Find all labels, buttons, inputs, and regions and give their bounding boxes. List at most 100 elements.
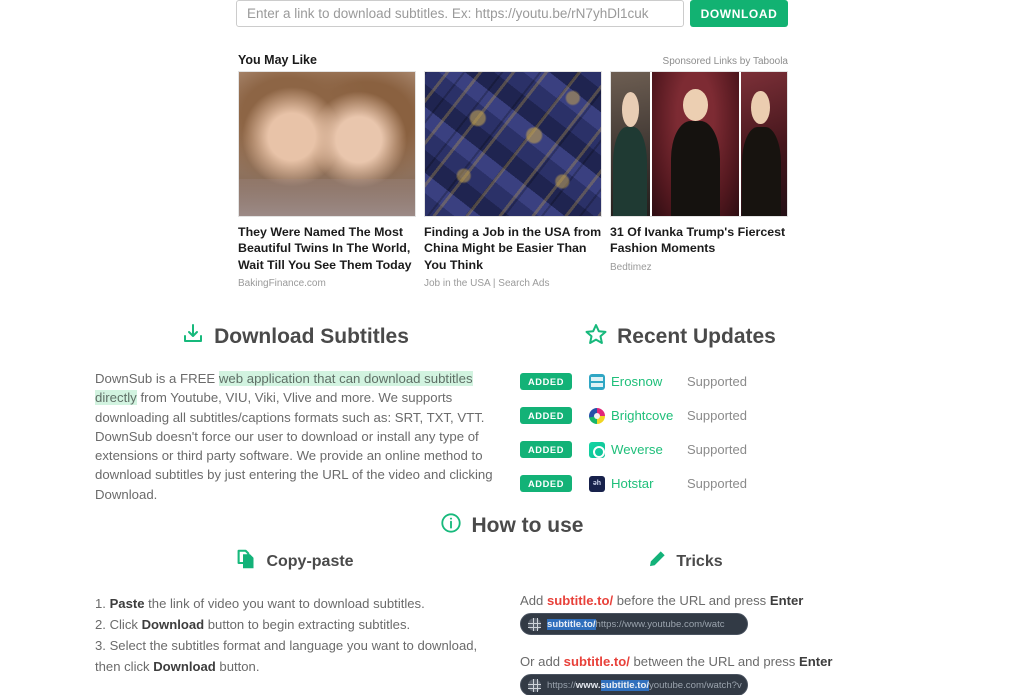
- copy-paste-section: Copy-paste 1. Paste the link of video yo…: [95, 549, 495, 678]
- copy-paste-step: 3. Select the subtitles format and langu…: [95, 636, 495, 678]
- recent-updates-title: Recent Updates: [617, 324, 776, 348]
- trick-prefix-token: subtitle.to/: [546, 593, 614, 608]
- trick-mid: before the URL and press: [613, 593, 770, 608]
- twins-photo[interactable]: [238, 71, 416, 217]
- trick-key: Enter: [769, 593, 804, 608]
- copy-paste-step: 2. Click Download button to begin extrac…: [95, 615, 495, 636]
- info-icon: [440, 512, 462, 539]
- weverse-logo: [589, 441, 605, 458]
- recent-update-row: ADDED Erosnow Supported: [520, 371, 840, 392]
- card-title[interactable]: Finding a Job in the USA from China Migh…: [424, 224, 602, 273]
- search-bar: DOWNLOAD: [236, 0, 788, 27]
- trick-prefix-token: subtitle.to/: [563, 654, 630, 669]
- tricks-header: Tricks: [520, 549, 850, 574]
- hotstar-logo: əh: [589, 475, 605, 492]
- globe-icon: [528, 617, 541, 631]
- platform-status: Supported: [687, 408, 747, 423]
- url-text-1: subtitle.to/https://www.youtube.com/watc: [547, 618, 725, 630]
- card-title[interactable]: They Were Named The Most Beautiful Twins…: [238, 224, 416, 273]
- trick-line-1: Add subtitle.to/ before the URL and pres…: [520, 593, 850, 608]
- step-keyword: Paste: [109, 596, 145, 611]
- sponsored-card[interactable]: 31 Of Ivanka Trump's Fiercest Fashion Mo…: [610, 71, 788, 289]
- download-subtitles-title: Download Subtitles: [214, 324, 409, 348]
- platform-status: Supported: [687, 374, 747, 389]
- recent-update-row: ADDED əh Hotstar Supported: [520, 473, 840, 494]
- pencil-icon: [647, 549, 667, 574]
- download-subtitles-header: Download Subtitles: [95, 322, 495, 351]
- sponsored-header: You May Like Sponsored Links by Taboola: [238, 53, 788, 67]
- trick-pre: Add: [520, 593, 547, 608]
- card-source: BakingFinance.com: [238, 278, 326, 290]
- url-domain-2: www.: [575, 679, 601, 691]
- download-subtitles-section: Download Subtitles DownSub is a FREE web…: [95, 322, 495, 504]
- url-text-2: https://www.subtitle.to/youtube.com/watc…: [547, 679, 742, 691]
- recent-update-row: ADDED Weverse Supported: [520, 439, 840, 460]
- step-text-pre: Click: [109, 616, 142, 632]
- url-selected-2: subtitle.to/: [600, 679, 649, 691]
- sponsored-card[interactable]: Finding a Job in the USA from China Migh…: [424, 71, 602, 289]
- url-bar-mockup-1: subtitle.to/https://www.youtube.com/watc: [520, 613, 748, 635]
- paragraph-1-post: from Youtube, VIU, Viki, Vlive and more.…: [95, 390, 485, 425]
- passports-photo[interactable]: [424, 71, 602, 217]
- url-rest-2: youtube.com/watch?v: [649, 679, 742, 691]
- added-badge: ADDED: [520, 441, 572, 458]
- copy-paste-step: 1. Paste the link of video you want to d…: [95, 594, 495, 615]
- platform-status: Supported: [687, 476, 747, 491]
- added-badge: ADDED: [520, 407, 572, 424]
- copy-paste-header: Copy-paste: [95, 549, 495, 575]
- platform-name[interactable]: Weverse: [611, 442, 687, 457]
- step-text: the link of video you want to download s…: [144, 596, 425, 611]
- recent-updates-section: Recent Updates ADDED Erosnow Supported A…: [520, 322, 840, 507]
- paragraph-2: DownSub doesn't force our user to downlo…: [95, 428, 493, 502]
- step-number: 2.: [95, 616, 110, 632]
- url-rest-1: https://www.youtube.com/watc: [595, 618, 725, 630]
- card-source: Bedtimez: [610, 261, 652, 273]
- erosnow-logo: [589, 373, 605, 390]
- platform-status: Supported: [687, 442, 747, 457]
- search-input[interactable]: [236, 0, 684, 27]
- brightcove-logo: [589, 407, 605, 424]
- sponsored-cards: They Were Named The Most Beautiful Twins…: [238, 71, 790, 289]
- added-badge: ADDED: [520, 475, 572, 492]
- card-title[interactable]: 31 Of Ivanka Trump's Fiercest Fashion Mo…: [610, 224, 788, 257]
- you-may-like-title: You May Like: [238, 53, 317, 67]
- trick-line-2: Or add subtitle.to/ between the URL and …: [520, 654, 850, 669]
- step-number: 1.: [95, 596, 110, 611]
- how-to-use-header: How to use: [0, 512, 1024, 539]
- tricks-title: Tricks: [676, 552, 723, 570]
- trick-pre: Or add: [520, 654, 564, 669]
- card-source: Job in the USA | Search Ads: [424, 278, 550, 290]
- sponsored-card[interactable]: They Were Named The Most Beautiful Twins…: [238, 71, 416, 289]
- trick-mid: between the URL and press: [629, 654, 799, 669]
- paragraph-1-pre: DownSub is a FREE: [95, 371, 219, 386]
- globe-icon: [528, 678, 541, 692]
- copy-icon: [236, 549, 257, 575]
- download-subtitles-body: DownSub is a FREE web application that c…: [95, 369, 495, 504]
- star-icon: [584, 322, 608, 351]
- url-bar-mockup-2: https://www.subtitle.to/youtube.com/watc…: [520, 674, 748, 695]
- recent-updates-header: Recent Updates: [520, 322, 840, 351]
- step-keyword: Download: [141, 616, 205, 632]
- step-keyword: Download: [153, 658, 216, 674]
- download-icon: [181, 322, 205, 351]
- platform-name[interactable]: Hotstar: [611, 476, 687, 491]
- recent-updates-list: ADDED Erosnow Supported ADDED Brightcove…: [520, 371, 840, 494]
- sponsored-links-label[interactable]: Sponsored Links by Taboola: [663, 56, 788, 67]
- added-badge: ADDED: [520, 373, 572, 390]
- step-text: button.: [215, 658, 260, 674]
- downsub-page: DOWNLOAD You May Like Sponsored Links by…: [0, 0, 1024, 695]
- step-number: 3.: [95, 637, 110, 653]
- download-button[interactable]: DOWNLOAD: [690, 0, 788, 27]
- recent-update-row: ADDED Brightcove Supported: [520, 405, 840, 426]
- copy-paste-steps: 1. Paste the link of video you want to d…: [95, 594, 495, 678]
- url-selected-1: subtitle.to/: [547, 618, 596, 630]
- how-to-use-title: How to use: [471, 513, 584, 537]
- celebrity-collage-photo[interactable]: [610, 71, 788, 217]
- trick-key: Enter: [798, 654, 833, 669]
- tricks-section: Tricks Add subtitle.to/ before the URL a…: [520, 549, 850, 695]
- platform-name[interactable]: Erosnow: [611, 374, 687, 389]
- copy-paste-title: Copy-paste: [266, 553, 354, 570]
- step-text: button to begin extracting subtitles.: [204, 616, 411, 632]
- platform-name[interactable]: Brightcove: [611, 408, 687, 423]
- url-pre-2: https://: [547, 679, 576, 691]
